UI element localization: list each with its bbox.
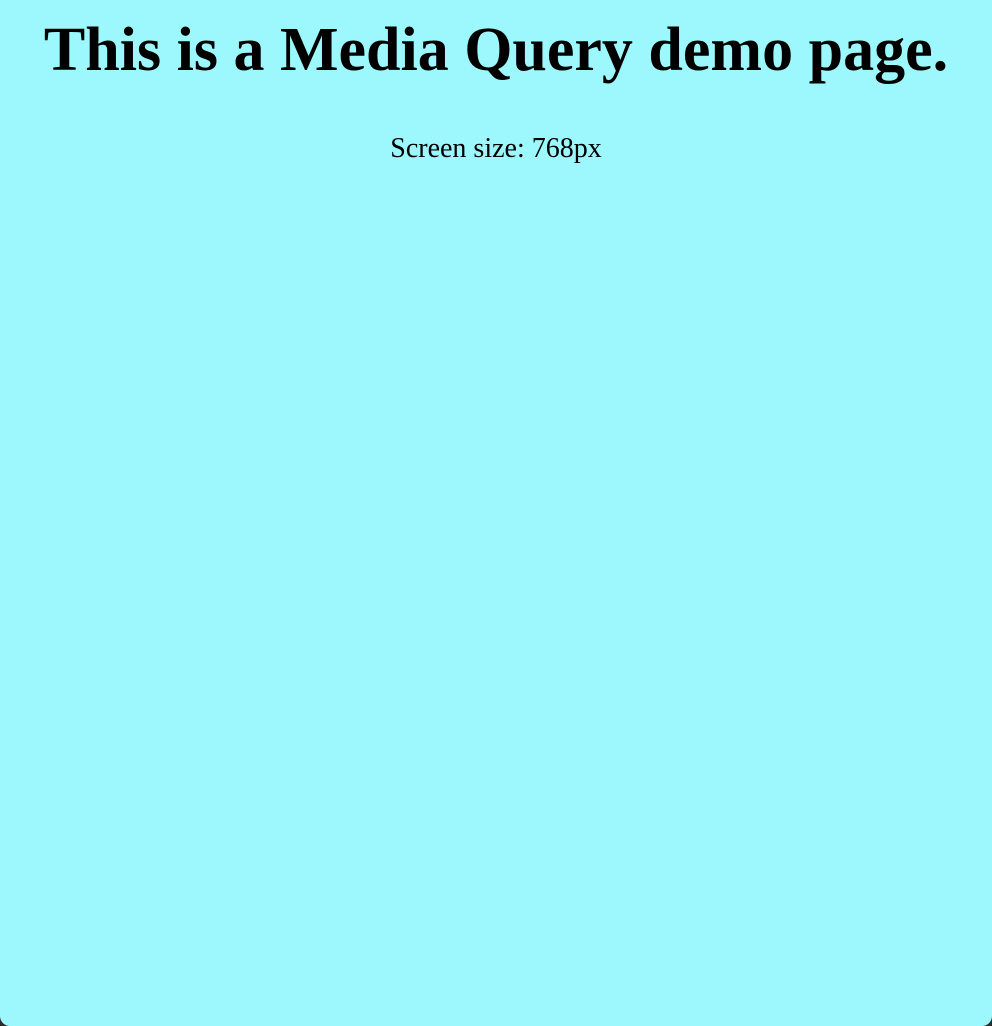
- page-title: This is a Media Query demo page.: [43, 16, 949, 84]
- page-viewport: This is a Media Query demo page. Screen …: [0, 0, 992, 1026]
- screen-size-text: Screen size: 768px: [390, 133, 602, 164]
